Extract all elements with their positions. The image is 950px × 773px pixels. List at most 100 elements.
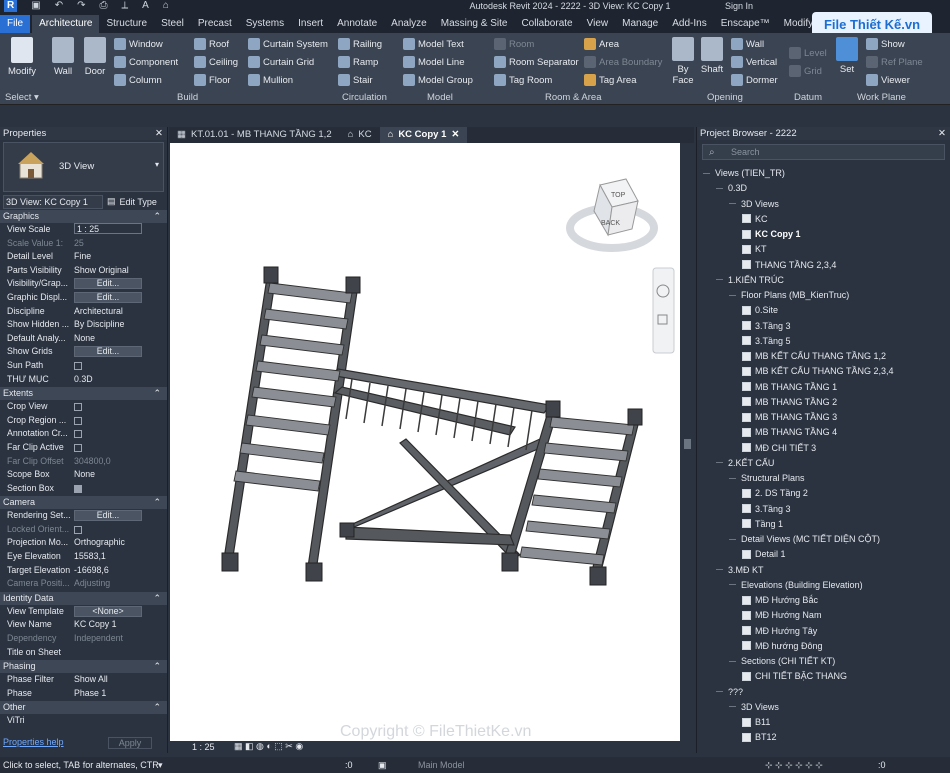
browser-view-item[interactable]: MĐ Hướng Bắc	[742, 595, 818, 605]
mullion-button[interactable]: Mullion	[248, 74, 293, 86]
tab-insert[interactable]: Insert	[291, 15, 330, 33]
collapse-toggle-icon[interactable]: —	[729, 658, 737, 665]
browser-view-item[interactable]: MĐ Hướng Tây	[742, 626, 817, 636]
checkbox[interactable]	[74, 416, 82, 425]
window-button[interactable]: Window	[114, 38, 163, 50]
property-value[interactable]: <None>	[70, 605, 167, 619]
collapse-icon[interactable]: ⌃	[153, 592, 161, 605]
room-separator-button[interactable]: Room Separator	[494, 56, 579, 68]
collapse-toggle-icon[interactable]: —	[729, 581, 737, 588]
property-value[interactable]	[70, 523, 167, 537]
browser-view-item[interactable]: BT12	[742, 732, 777, 742]
collapse-icon[interactable]: ⌃	[153, 701, 161, 714]
close-tab-icon[interactable]: ✕	[451, 129, 459, 141]
browser-group-item[interactable]: — Views (TIEN_TR)	[703, 168, 785, 178]
tab-architecture[interactable]: Architecture	[32, 15, 100, 33]
selection-tools-icon[interactable]: ⊹ ⊹ ⊹ ⊹ ⊹ ⊹	[765, 757, 823, 773]
wall-button[interactable]: Wall	[50, 37, 76, 77]
search-input[interactable]: Search	[702, 144, 945, 160]
dormer-button[interactable]: Dormer	[731, 74, 778, 86]
checkbox[interactable]	[74, 430, 82, 439]
property-value[interactable]: 1 : 25	[70, 223, 167, 237]
navigation-bar[interactable]	[652, 267, 675, 354]
tag-room-button[interactable]: Tag Room	[494, 74, 552, 86]
filter-icon[interactable]: ▾	[158, 757, 163, 773]
browser-view-item[interactable]: MB THANG TẦNG 3	[742, 412, 837, 422]
browser-view-item[interactable]: MB KẾT CẤU THANG TẦNG 1,2	[742, 351, 886, 361]
section-header[interactable]: Other ⌃	[0, 701, 167, 715]
property-value[interactable]: Orthographic	[70, 536, 167, 550]
type-selector[interactable]: 3D View ▾	[3, 142, 164, 192]
browser-view-item[interactable]: KC Copy 1	[742, 229, 801, 239]
browser-group-item[interactable]: — 3D Views	[729, 702, 779, 712]
browser-view-item[interactable]: 3.Tầng 3	[742, 504, 791, 514]
browser-view-item[interactable]: MĐ Hướng Nam	[742, 610, 821, 620]
view-scale-button[interactable]: 1 : 25	[192, 742, 215, 752]
edit-button[interactable]: Edit...	[74, 278, 142, 290]
collapse-toggle-icon[interactable]: —	[729, 475, 737, 482]
tab-addins[interactable]: Add-Ins	[665, 15, 713, 33]
browser-view-item[interactable]: KC	[742, 214, 768, 224]
model-line-button[interactable]: Model Line	[403, 56, 464, 68]
browser-group-item[interactable]: — 0.3D	[716, 183, 747, 193]
drawing-canvas[interactable]: TOP BACK Copyright © FileThietKe.vn	[170, 143, 680, 741]
measure-icon[interactable]: ⟂	[121, 0, 128, 12]
browser-group-item[interactable]: — 2.KẾT CẤU	[716, 458, 774, 468]
model-group-button[interactable]: Model Group	[403, 74, 473, 86]
collapse-toggle-icon[interactable]: —	[729, 536, 737, 543]
property-value[interactable]: Edit...	[70, 509, 167, 523]
shaft-button[interactable]: Shaft	[699, 37, 725, 75]
property-value[interactable]: Show All	[70, 673, 167, 687]
view-tab-kc-copy-1[interactable]: ⌂ KC Copy 1 ✕	[379, 127, 468, 143]
collapse-toggle-icon[interactable]: —	[729, 703, 737, 710]
browser-view-item[interactable]: 3.Tầng 3	[742, 321, 791, 331]
section-header[interactable]: Phasing ⌃	[0, 660, 167, 674]
browser-view-item[interactable]: KT	[742, 244, 767, 254]
browser-view-item[interactable]: MĐ hướng Đông	[742, 641, 822, 651]
stair-button[interactable]: Stair	[338, 74, 373, 86]
property-value[interactable]	[70, 646, 167, 660]
section-header[interactable]: Identity Data ⌃	[0, 591, 167, 605]
tab-file[interactable]: File	[0, 15, 31, 33]
collapse-toggle-icon[interactable]: —	[716, 185, 724, 192]
sign-in-link[interactable]: Sign In	[725, 1, 753, 11]
property-value[interactable]: KC Copy 1	[70, 618, 167, 632]
view-selector-dropdown[interactable]: 3D View: KC Copy 1	[3, 194, 103, 209]
column-button[interactable]: Column	[114, 74, 162, 86]
door-button[interactable]: Door	[82, 37, 108, 77]
browser-view-item[interactable]: THANG TẦNG 2,3,4	[742, 260, 836, 270]
property-value[interactable]	[70, 427, 167, 441]
collapse-toggle-icon[interactable]: —	[716, 459, 724, 466]
floor-button[interactable]: Floor	[194, 74, 231, 86]
tab-massing[interactable]: Massing & Site	[434, 15, 515, 33]
tab-precast[interactable]: Precast	[191, 15, 239, 33]
property-value[interactable]	[70, 714, 167, 728]
close-icon[interactable]: ✕	[155, 127, 163, 140]
quick-access-toolbar[interactable]: R ▣ ↶ ↷ ⎙ ⟂ A ⌂	[0, 0, 169, 12]
grid-button[interactable]: Grid	[789, 65, 822, 77]
curtain-grid-button[interactable]: Curtain Grid	[248, 56, 314, 68]
properties-help-link[interactable]: Properties help	[3, 737, 64, 747]
close-icon[interactable]: ✕	[938, 127, 946, 140]
view-tab-mb-thang[interactable]: ▦ KT.01.01 - MB THANG TẦNG 1,2	[169, 127, 340, 143]
browser-group-item[interactable]: — Floor Plans (MB_KienTruc)	[729, 290, 849, 300]
save-icon[interactable]: ▣	[31, 0, 40, 12]
browser-group-item[interactable]: — Elevations (Building Elevation)	[729, 580, 863, 590]
tab-enscape[interactable]: Enscape™	[714, 15, 777, 33]
tab-structure[interactable]: Structure	[99, 15, 154, 33]
collapse-icon[interactable]: ⌃	[153, 387, 161, 400]
browser-view-item[interactable]: MB THANG TẦNG 4	[742, 427, 837, 437]
property-value[interactable]: Show Original	[70, 264, 167, 278]
checkbox[interactable]	[74, 403, 82, 412]
vertical-button[interactable]: Vertical	[731, 56, 777, 68]
collapse-icon[interactable]: ⌃	[153, 496, 161, 509]
property-value[interactable]: None	[70, 468, 167, 482]
browser-group-item[interactable]: — 1.KIẾN TRÚC	[716, 275, 784, 285]
undo-icon[interactable]: ↶	[55, 0, 63, 12]
tab-collaborate[interactable]: Collaborate	[514, 15, 579, 33]
property-value[interactable]	[70, 400, 167, 414]
level-button[interactable]: Level	[789, 47, 827, 59]
browser-view-item[interactable]: B11	[742, 717, 770, 727]
tab-manage[interactable]: Manage	[615, 15, 665, 33]
component-button[interactable]: Component	[114, 56, 178, 68]
